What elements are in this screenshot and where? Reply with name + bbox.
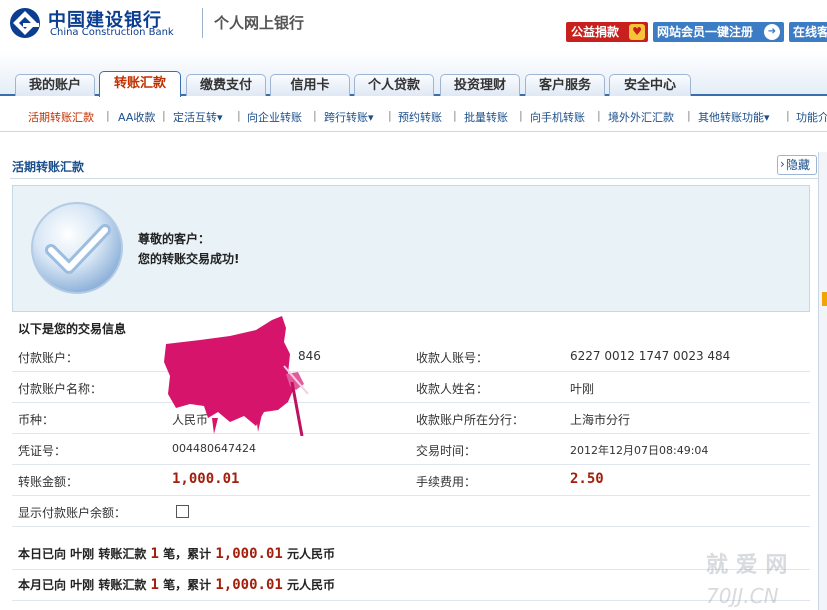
subnav-separator: | — [388, 109, 392, 122]
subnav-separator: | — [519, 109, 523, 122]
redaction-paint-mark — [164, 316, 309, 436]
success-panel: 尊敬的客户： 您的转账交易成功! — [12, 185, 810, 312]
subnav-intro[interactable]: 功能介 — [796, 109, 827, 125]
transaction-info-header: 以下是您的交易信息 — [18, 322, 127, 336]
result-text: 您的转账交易成功! — [138, 252, 240, 266]
tab-customer-service[interactable]: 客户服务 — [525, 74, 605, 96]
tab-payment[interactable]: 缴费支付 — [186, 74, 266, 96]
month-summary-prefix: 本月已向 叶刚 转账汇款 — [18, 578, 147, 592]
subnav-overseas-remit[interactable]: 境外外汇汇款 — [608, 109, 674, 125]
site-subtitle: 个人网上银行 — [214, 14, 305, 32]
subnav-separator: | — [597, 109, 601, 122]
subnav-separator: | — [106, 109, 110, 122]
greeting-text: 尊敬的客户： — [138, 232, 211, 246]
show-balance-label: 显示付款账户余额： — [18, 506, 127, 520]
info-row-show-balance: 显示付款账户余额： — [12, 496, 810, 527]
amount-label: 转账金额： — [18, 475, 79, 489]
payee-account-value: 6227 0012 1747 0023 484 — [570, 349, 731, 363]
title-divider — [10, 178, 818, 179]
tab-investment[interactable]: 投资理财 — [440, 74, 520, 96]
payer-account-label: 付款账户： — [18, 351, 79, 365]
payee-name-label: 收款人姓名： — [416, 382, 489, 396]
time-value: 2012年12月07日08:49:04 — [570, 444, 709, 457]
side-tab-marker — [822, 292, 827, 306]
sub-navigation: 活期转账汇款 | AA收款 | 定活互转▾ | 向企业转账 | 跨行转账▾ | … — [0, 98, 827, 132]
member-register-button[interactable]: 网站会员一键注册 ➜ — [653, 22, 784, 42]
payee-name-value: 叶刚 — [570, 382, 595, 396]
info-row-amount: 转账金额： 1,000.01 手续费用： 2.50 — [12, 465, 810, 496]
heart-icon: ♥ — [629, 24, 645, 40]
month-total: 1,000.01 — [215, 577, 283, 593]
logo-divider — [202, 8, 203, 38]
summary-divider — [12, 569, 810, 570]
today-total: 1,000.01 — [215, 546, 283, 562]
payee-branch-value: 上海市分行 — [570, 413, 631, 427]
donate-button[interactable]: 公益捐款 ♥ — [566, 22, 648, 42]
payee-account-label: 收款人账号： — [416, 351, 489, 365]
subnav-separator: | — [162, 109, 166, 122]
payer-name-label: 付款账户名称： — [18, 382, 103, 396]
subnav-scheduled[interactable]: 预约转账 — [398, 109, 442, 125]
show-balance-checkbox[interactable] — [176, 505, 189, 518]
online-service-label: 在线客 — [793, 25, 827, 39]
subnav-separator: | — [786, 109, 790, 122]
today-summary-prefix: 本日已向 叶刚 转账汇款 — [18, 547, 147, 561]
info-row-accounts: 付款账户： 846 收款人账号： 6227 0012 1747 0023 484 — [12, 341, 810, 372]
voucher-value: 004480647424 — [172, 442, 256, 455]
subnav-to-enterprise[interactable]: 向企业转账 — [247, 109, 302, 125]
month-currency-unit: 元人民币 — [287, 578, 336, 592]
watermark-text: 就 爱 网 — [706, 553, 788, 578]
info-row-names: 付款账户名称： 收款人姓名： 叶刚 — [12, 372, 810, 403]
tab-credit-card[interactable]: 信用卡 — [270, 74, 350, 96]
ccb-logo-icon — [10, 8, 40, 38]
tab-transfer[interactable]: 转账汇款 — [99, 71, 181, 97]
subnav-separator: | — [313, 109, 317, 122]
success-message: 尊敬的客户： 您的转账交易成功! — [138, 229, 239, 269]
today-count: 1 — [150, 546, 159, 562]
payee-branch-label: 收款账户所在分行： — [416, 413, 525, 427]
online-service-button[interactable]: 在线客 — [789, 22, 827, 42]
voucher-label: 凭证号： — [18, 444, 67, 458]
right-scroll-strip[interactable] — [818, 152, 827, 610]
time-label: 交易时间： — [416, 444, 477, 458]
donate-label: 公益捐款 — [571, 25, 620, 39]
info-row-currency: 币种： 人民币 收款账户所在分行： 上海市分行 — [12, 403, 810, 434]
subnav-separator: | — [237, 109, 241, 122]
subnav-interbank[interactable]: 跨行转账▾ — [324, 109, 374, 125]
subnav-aa-collect[interactable]: AA收款 — [118, 109, 155, 125]
tab-security-center[interactable]: 安全中心 — [609, 74, 691, 96]
summary-divider — [12, 600, 810, 601]
subnav-separator: | — [687, 109, 691, 122]
bank-name-en: China Construction Bank — [50, 27, 174, 38]
tab-my-account[interactable]: 我的账户 — [15, 74, 95, 96]
subnav-fixed-current[interactable]: 定活互转▾ — [173, 109, 223, 125]
page-header: 中国建设银行 China Construction Bank 个人网上银行 公益… — [0, 0, 827, 52]
page-title: 活期转账汇款 — [12, 160, 85, 174]
arrow-right-icon: ➜ — [764, 24, 780, 40]
subnav-separator: | — [453, 109, 457, 122]
month-count-unit: 笔，累计 — [163, 578, 212, 592]
fee-label: 手续费用： — [416, 475, 477, 489]
hide-button[interactable]: 隐藏 — [777, 155, 817, 175]
main-tab-bar: 我的账户 转账汇款 缴费支付 信用卡 个人贷款 投资理财 客户服务 安全中心 — [0, 52, 827, 97]
month-summary: 本月已向 叶刚 转账汇款 1 笔，累计 1,000.01 元人民币 — [18, 576, 335, 593]
member-register-label: 网站会员一键注册 — [657, 25, 754, 39]
subnav-batch[interactable]: 批量转账 — [464, 109, 508, 125]
subnav-to-mobile[interactable]: 向手机转账 — [530, 109, 585, 125]
subnav-current-transfer[interactable]: 活期转账汇款 — [28, 109, 94, 125]
watermark-url: 70JJ.CN — [706, 584, 779, 608]
today-count-unit: 笔，累计 — [163, 547, 212, 561]
currency-label: 币种： — [18, 413, 55, 427]
fee-value: 2.50 — [570, 471, 604, 487]
success-check-icon — [31, 202, 123, 294]
today-summary: 本日已向 叶刚 转账汇款 1 笔，累计 1,000.01 元人民币 — [18, 545, 335, 562]
tab-personal-loan[interactable]: 个人贷款 — [354, 74, 434, 96]
subnav-other-functions[interactable]: 其他转账功能▾ — [698, 109, 770, 125]
info-row-voucher: 凭证号： 004480647424 交易时间： 2012年12月07日08:49… — [12, 434, 810, 465]
month-count: 1 — [150, 577, 159, 593]
today-currency-unit: 元人民币 — [287, 547, 336, 561]
amount-value: 1,000.01 — [172, 471, 240, 487]
